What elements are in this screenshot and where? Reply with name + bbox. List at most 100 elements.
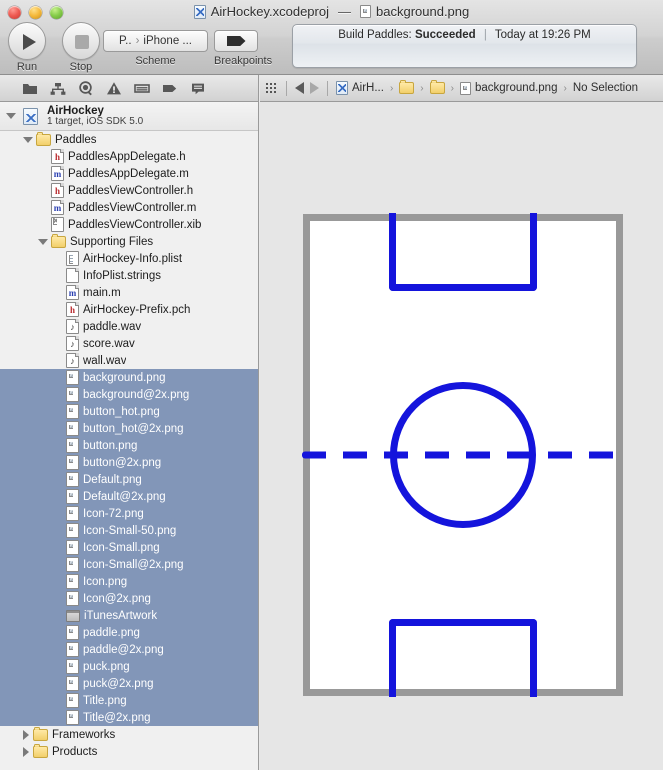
run-button[interactable]: Run xyxy=(8,22,46,73)
related-items-icon[interactable] xyxy=(266,82,278,94)
tree-row[interactable]: Default.png xyxy=(0,471,258,488)
tree-row[interactable]: paddle.png xyxy=(0,624,258,641)
tree-row-label: Frameworks xyxy=(52,728,116,741)
project-icon xyxy=(336,81,348,95)
tree-row[interactable]: iTunesArtwork xyxy=(0,607,258,624)
tree-row-label: PaddlesAppDelegate.h xyxy=(68,150,186,163)
tree-row[interactable]: Icon-Small-50.png xyxy=(0,522,258,539)
editor-jump-bar: AirH... › › › background.png › No Select… xyxy=(260,75,663,102)
tree-row[interactable]: m PaddlesViewController.m xyxy=(0,199,258,216)
debug-navigator-icon[interactable] xyxy=(162,81,178,96)
tree-row[interactable]: ♪ score.wav xyxy=(0,335,258,352)
xcode-project-icon xyxy=(23,107,38,125)
tree-row-label: background@2x.png xyxy=(83,388,190,401)
tree-row[interactable]: Frameworks xyxy=(0,726,258,743)
back-arrow-icon[interactable] xyxy=(295,82,304,94)
tree-row[interactable]: m PaddlesAppDelegate.m xyxy=(0,165,258,182)
disclosure-triangle-open-icon[interactable] xyxy=(38,238,48,245)
tree-row-label: button@2x.png xyxy=(83,456,162,469)
scheme-selector[interactable]: P.. › iPhone ... Scheme xyxy=(103,30,208,67)
symbol-navigator-icon[interactable] xyxy=(50,81,66,96)
breakpoints-box[interactable] xyxy=(214,30,258,52)
tree-row[interactable]: Icon-72.png xyxy=(0,505,258,522)
tree-row-label: button_hot@2x.png xyxy=(83,422,184,435)
disclosure-triangle-closed-icon[interactable] xyxy=(23,729,29,740)
tree-row[interactable]: InfoPlist.strings xyxy=(0,267,258,284)
tree-row[interactable]: Title.png xyxy=(0,692,258,709)
tree-row[interactable]: Default@2x.png xyxy=(0,488,258,505)
project-navigator-icon[interactable] xyxy=(22,81,38,96)
breakpoints-button[interactable]: Breakpoints xyxy=(214,30,272,67)
goal-crease-bottom xyxy=(389,619,537,697)
tree-row[interactable]: h PaddlesAppDelegate.h xyxy=(0,148,258,165)
project-icon xyxy=(193,4,206,19)
search-navigator-icon[interactable] xyxy=(78,80,94,96)
status-divider: | xyxy=(483,29,487,41)
breadcrumb-project[interactable]: AirH... xyxy=(336,81,384,95)
tree-row-label: paddle.wav xyxy=(83,320,142,333)
issue-navigator-icon[interactable] xyxy=(106,81,122,96)
background-image-preview[interactable] xyxy=(302,213,624,697)
tree-row[interactable]: AirHockey-Info.plist xyxy=(0,250,258,267)
breadcrumb-group-2[interactable] xyxy=(429,80,445,94)
tree-row[interactable]: m main.m xyxy=(0,284,258,301)
disclosure-triangle-open-icon[interactable] xyxy=(6,113,16,119)
forward-arrow-icon[interactable] xyxy=(310,82,319,94)
folder-icon xyxy=(33,726,48,741)
tree-row[interactable]: paddle@2x.png xyxy=(0,641,258,658)
test-navigator-icon[interactable] xyxy=(134,81,150,96)
goal-crease-top xyxy=(389,213,537,291)
tree-row-label: PaddlesViewController.h xyxy=(68,184,194,197)
tree-row[interactable]: Supporting Files xyxy=(0,233,258,250)
image-file-icon xyxy=(66,693,79,708)
stop-button[interactable]: Stop xyxy=(62,22,100,73)
tree-row-label: Icon-Small@2x.png xyxy=(83,558,184,571)
image-file-icon xyxy=(360,5,371,18)
xcode-window: AirHockey.xcodeproj — background.png Run… xyxy=(0,0,663,770)
tree-row-label: puck@2x.png xyxy=(83,677,154,690)
tree-row[interactable]: ♪ paddle.wav xyxy=(0,318,258,335)
tree-row[interactable]: Icon-Small.png xyxy=(0,539,258,556)
tree-row[interactable]: Icon.png xyxy=(0,573,258,590)
breadcrumb-file[interactable]: background.png xyxy=(459,81,557,95)
tree-row[interactable]: Icon@2x.png xyxy=(0,590,258,607)
tree-row[interactable]: h PaddlesViewController.h xyxy=(0,182,258,199)
tree-row[interactable]: button_hot.png xyxy=(0,403,258,420)
tree-row[interactable]: button@2x.png xyxy=(0,454,258,471)
chevron-right-icon: › xyxy=(389,82,394,94)
folder-icon xyxy=(36,131,51,146)
status-result: Succeeded xyxy=(414,29,476,41)
scheme-destination: iPhone ... xyxy=(143,35,192,47)
window-title-project: AirHockey.xcodeproj xyxy=(210,4,329,19)
scheme-box[interactable]: P.. › iPhone ... xyxy=(103,30,208,52)
tree-row[interactable]: puck@2x.png xyxy=(0,675,258,692)
log-navigator-icon[interactable] xyxy=(190,81,206,96)
tree-row[interactable]: button_hot@2x.png xyxy=(0,420,258,437)
tree-row[interactable]: button.png xyxy=(0,437,258,454)
tree-row[interactable]: Paddles xyxy=(0,131,258,148)
image-file-icon xyxy=(66,574,79,589)
image-file-icon xyxy=(66,557,79,572)
image-file-icon xyxy=(66,642,79,657)
tree-row[interactable]: ♪ wall.wav xyxy=(0,352,258,369)
tree-row[interactable]: background.png xyxy=(0,369,258,386)
folder-icon xyxy=(429,80,445,94)
image-file-icon xyxy=(66,472,79,487)
scheme-chevron-icon: › xyxy=(135,35,140,47)
tree-row[interactable]: puck.png xyxy=(0,658,258,675)
breadcrumb-group-1[interactable] xyxy=(399,80,415,94)
disclosure-triangle-closed-icon[interactable] xyxy=(23,746,29,757)
tree-row[interactable]: Title@2x.png xyxy=(0,709,258,726)
project-root-row[interactable]: AirHockey 1 target, iOS SDK 5.0 xyxy=(0,102,258,131)
breadcrumb-selection-label[interactable]: No Selection xyxy=(573,82,638,94)
tree-row[interactable]: Products xyxy=(0,743,258,760)
breakpoint-icon xyxy=(226,36,246,46)
disclosure-triangle-open-icon[interactable] xyxy=(23,136,33,143)
image-file-icon xyxy=(66,625,79,640)
tree-row[interactable]: PaddlesViewController.xib xyxy=(0,216,258,233)
plain-file-icon xyxy=(66,268,79,283)
tree-row-label: score.wav xyxy=(83,337,135,350)
tree-row[interactable]: background@2x.png xyxy=(0,386,258,403)
tree-row[interactable]: Icon-Small@2x.png xyxy=(0,556,258,573)
tree-row[interactable]: h AirHockey-Prefix.pch xyxy=(0,301,258,318)
